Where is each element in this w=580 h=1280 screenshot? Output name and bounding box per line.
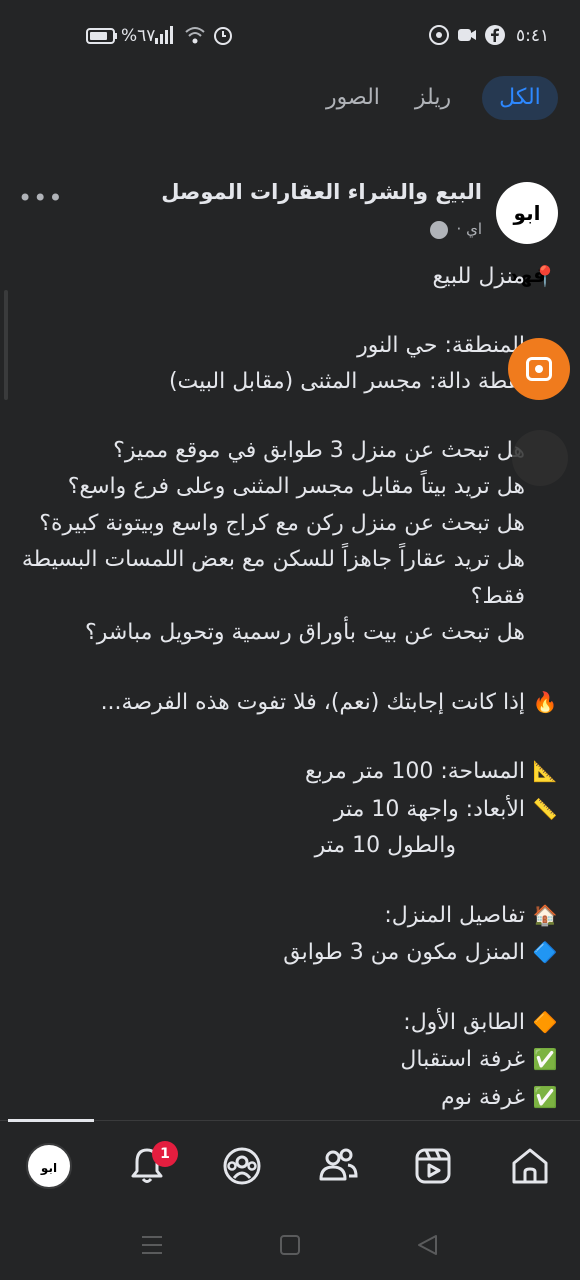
- recent-apps-icon[interactable]: [140, 1234, 164, 1256]
- post-line: 🏠 تفاصيل المنزل:: [18, 897, 558, 935]
- back-triangle-icon[interactable]: [416, 1234, 438, 1256]
- camera-lens: [535, 365, 543, 373]
- video-notification-icon: [458, 29, 476, 41]
- post-line-gap: [18, 721, 558, 753]
- signal-icon: [155, 26, 173, 44]
- post-meta: اي ·: [429, 220, 482, 239]
- post-line: فقط؟: [18, 579, 558, 616]
- post-line-gap: [18, 865, 558, 897]
- tab-photos[interactable]: الصور: [326, 76, 380, 120]
- profile-avatar-button[interactable]: ابو فهد: [26, 1143, 72, 1221]
- post-line: 🔥 إذا كانت إجابتك (نعم)، فلا تفوت هذه ال…: [18, 684, 558, 722]
- post-meta-text: اي ·: [456, 220, 482, 238]
- emoji-icon: 🔷: [532, 940, 558, 964]
- bottom-navigation: ابو فهد 1: [0, 1119, 580, 1221]
- post-line-text: هل تبحث عن بيت بأوراق رسمية وتحويل مباشر…: [85, 620, 525, 645]
- post-line: 📍 منزل للبيع: [18, 258, 558, 296]
- post-line: ✅ غرفة استقبال: [18, 1041, 558, 1079]
- post-line: والطول 10 متر: [18, 828, 558, 865]
- post-line-text: غرفة استقبال: [400, 1047, 525, 1072]
- post-line: 📐 المساحة: 100 متر مربع: [18, 753, 558, 791]
- post-line-text: الأبعاد: واجهة 10 متر: [333, 796, 525, 822]
- post-line-text: إذا كانت إجابتك (نعم)، فلا تفوت هذه الفر…: [100, 689, 525, 715]
- home-icon[interactable]: [505, 1141, 555, 1191]
- post-line: هل تبحث عن منزل ركن مع كراج واسع وبيتونة…: [18, 506, 558, 543]
- post-line-text: المنزل مكون من 3 طوابق: [283, 940, 525, 965]
- emoji-icon: ✅: [532, 1084, 558, 1109]
- emoji-icon: 🏠: [532, 902, 558, 927]
- more-options-icon[interactable]: •••: [18, 184, 63, 212]
- post-line: هل تبحث عن منزل 3 طوابق في موقع مميز؟: [18, 433, 558, 470]
- emoji-icon: 📍: [532, 264, 558, 288]
- status-bar: %٦٧ ٥:٤١: [0, 0, 580, 74]
- facebook-icon: [485, 25, 505, 45]
- post-line-text: هل تريد عقاراً جاهزاً للسكن مع بعض اللمس…: [21, 547, 525, 572]
- emoji-icon: 📐: [532, 759, 558, 783]
- post-line-text: هل تبحث عن منزل ركن مع كراج واسع وبيتونة…: [39, 510, 525, 536]
- clock-time: ٥:٤١: [516, 26, 550, 46]
- post-line-gap: [18, 401, 558, 433]
- post-line: ✅ غرفة نوم: [18, 1079, 558, 1117]
- group-avatar[interactable]: ابو فهد: [496, 182, 558, 287]
- post-line-text: منزل للبيع: [432, 264, 525, 289]
- group-title[interactable]: البيع والشراء العقارات الموصل: [161, 180, 482, 204]
- post-line: هل تريد عقاراً جاهزاً للسكن مع بعض اللمس…: [18, 542, 558, 579]
- battery-percent: %٦٧: [121, 26, 156, 46]
- post-line-gap: [18, 296, 558, 328]
- post-line-text: هل تبحث عن منزل 3 طوابق في موقع مميز؟: [113, 437, 525, 463]
- battery-icon: [86, 28, 117, 44]
- tab-all[interactable]: الكل: [482, 76, 558, 120]
- post-line-text: المساحة: 100 متر مربع: [305, 759, 525, 784]
- filter-tabs: الكل ريلز الصور: [0, 74, 580, 122]
- post-line-gap: [18, 652, 558, 684]
- emoji-icon: ✅: [532, 1047, 558, 1071]
- notification-badge: 1: [152, 1141, 178, 1167]
- post-line: المنطقة: حي النور: [18, 328, 558, 365]
- tab-reels[interactable]: ريلز: [408, 76, 458, 120]
- post-line: 📏 الأبعاد: واجهة 10 متر: [18, 791, 558, 829]
- home-square-icon[interactable]: [279, 1234, 301, 1256]
- post-line-text: فقط؟: [470, 583, 525, 609]
- post-body: 📍 منزل للبيع المنطقة: حي النور نقطة دالة…: [18, 258, 558, 1116]
- active-tab-indicator: [8, 1119, 94, 1122]
- post-line: هل تريد بيتاً مقابل مجسر المثنى وعلى فرع…: [18, 469, 558, 506]
- emoji-icon: 📏: [532, 796, 558, 821]
- friends-icon[interactable]: [313, 1141, 363, 1191]
- post-line-text: غرفة نوم: [440, 1084, 525, 1110]
- system-navigation-bar: [0, 1210, 580, 1280]
- app-notification-icon: [429, 25, 449, 45]
- post-line: نقطة دالة: مجسر المثنى (مقابل البيت): [18, 364, 558, 401]
- post-line-text: نقطة دالة: مجسر المثنى (مقابل البيت): [168, 369, 525, 394]
- post-line-text: والطول 10 متر: [314, 833, 456, 858]
- wifi-icon: [185, 27, 205, 44]
- emoji-icon: 🔶: [532, 1009, 558, 1034]
- reels-icon[interactable]: [408, 1141, 458, 1191]
- floating-assistant-button[interactable]: [512, 430, 568, 486]
- post-line-text: المنطقة: حي النور: [357, 332, 525, 358]
- post-line: 🔶 الطابق الأول:: [18, 1004, 558, 1042]
- globe-icon: [429, 220, 448, 239]
- emoji-icon: 🔥: [532, 689, 558, 714]
- post-line-text: هل تريد بيتاً مقابل مجسر المثنى وعلى فرع…: [67, 474, 525, 499]
- post-line-text: تفاصيل المنزل:: [384, 902, 525, 928]
- post-line: هل تبحث عن بيت بأوراق رسمية وتحويل مباشر…: [18, 615, 558, 652]
- post-line-gap: [18, 972, 558, 1004]
- alarm-icon: [214, 27, 232, 45]
- post-line: 🔷 المنزل مكون من 3 طوابق: [18, 934, 558, 972]
- scroll-indicator: [4, 290, 8, 400]
- groups-icon[interactable]: [217, 1141, 267, 1191]
- post-line-text: الطابق الأول:: [403, 1009, 525, 1035]
- screen-capture-button[interactable]: [508, 338, 570, 400]
- post-header: ابو فهد البيع والشراء العقارات الموصل اي…: [0, 176, 580, 287]
